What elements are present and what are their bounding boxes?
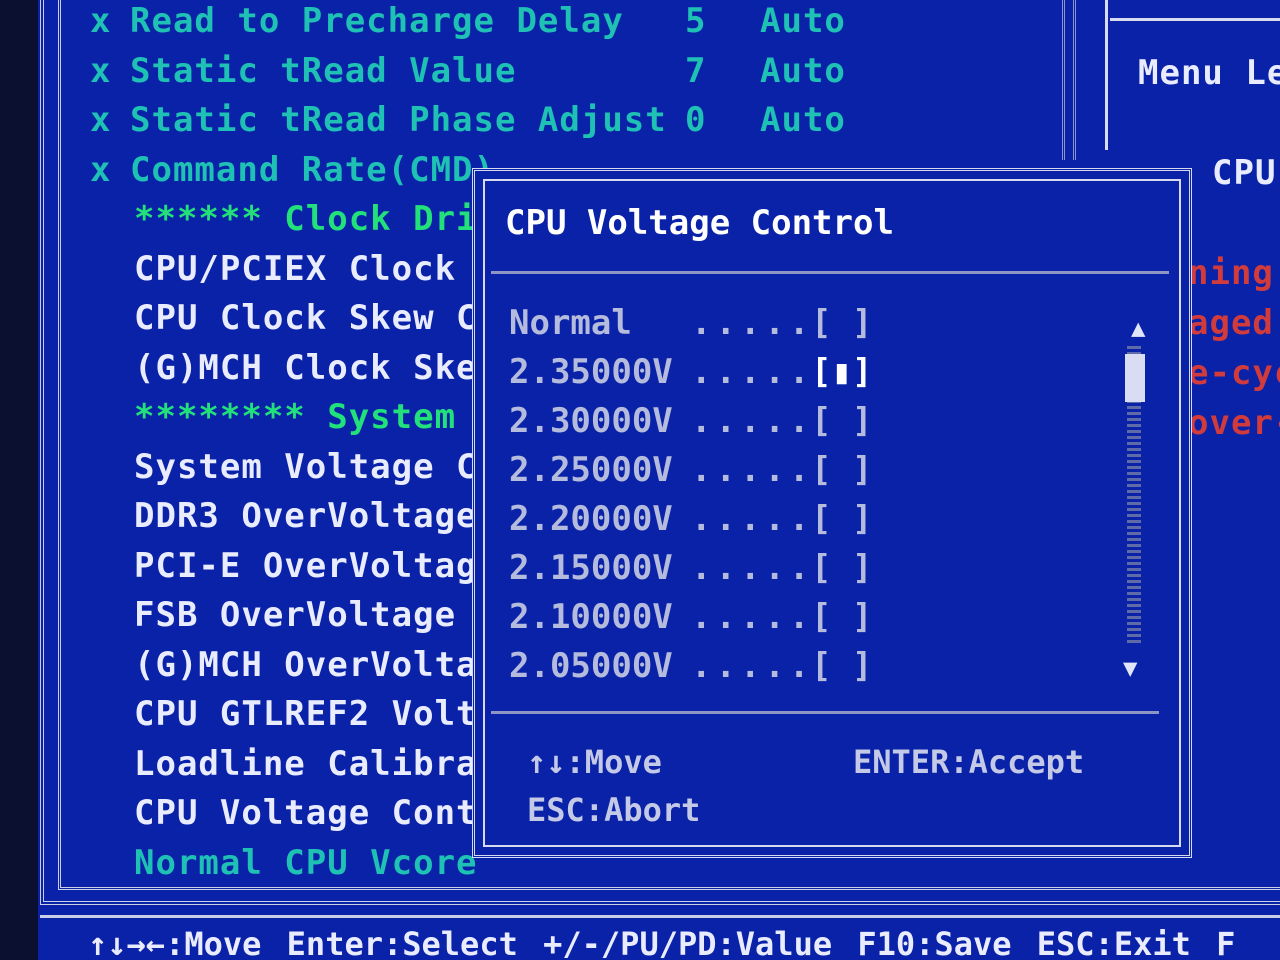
settings-row[interactable]: Loadline Calibrat xyxy=(134,743,499,785)
popup-title: CPU Voltage Control xyxy=(505,203,894,243)
settings-row-label: (G)MCH Clock Skew xyxy=(134,347,499,388)
settings-row[interactable]: CPU Clock Skew Co xyxy=(134,297,499,339)
voltage-option-label: 2.20000V xyxy=(509,499,673,539)
popup-title-divider xyxy=(491,271,1169,274)
selected-option-marker[interactable]: [▮] xyxy=(811,350,872,394)
settings-row: x Command Rate(CMD) xyxy=(90,149,495,191)
settings-row-label: DDR3 OverVoltage xyxy=(134,496,478,536)
popup-hint-accept: ENTER:Accept xyxy=(853,743,1085,781)
voltage-option[interactable]: 2.35000V .....[▮] xyxy=(509,350,872,394)
voltage-option-leader: ..... xyxy=(691,401,814,441)
popup-scrollbar-thumb[interactable] xyxy=(1125,354,1145,402)
option-checkbox[interactable]: [ ] xyxy=(811,546,872,590)
settings-row[interactable]: (G)MCH OverVoltag xyxy=(134,644,499,686)
settings-row[interactable]: CPU Voltage Contr xyxy=(134,792,499,834)
settings-row-label: CPU Voltage Contr xyxy=(134,793,499,833)
settings-row-label: CPU/PCIEX Clock D xyxy=(134,248,499,289)
settings-row: ******** System V xyxy=(134,396,499,438)
settings-row[interactable]: FSB OverVoltage C xyxy=(134,594,499,636)
voltage-option-leader: ..... xyxy=(691,450,814,490)
settings-row-value: 7 xyxy=(685,50,707,91)
settings-row-label: PCI-E OverVoltage xyxy=(134,545,499,586)
disabled-marker: x xyxy=(90,1,112,41)
settings-row: x Read to Precharge Delay 5 Auto xyxy=(90,0,846,42)
voltage-option-label: 2.15000V xyxy=(509,548,673,588)
voltage-option[interactable]: 2.30000V .....[ ] xyxy=(509,399,872,443)
option-checkbox[interactable]: [ ] xyxy=(811,448,872,492)
help-warning-line-3: e-cyc xyxy=(1188,353,1280,393)
voltage-option[interactable]: 2.10000V .....[ ] xyxy=(509,595,872,639)
option-checkbox[interactable]: [ ] xyxy=(811,301,872,345)
settings-row[interactable]: PCI-E OverVoltage xyxy=(134,545,499,587)
voltage-option-leader: ..... xyxy=(691,548,814,588)
settings-row-label: Loadline Calibrat xyxy=(134,743,499,784)
help-warning-line-2: aged xyxy=(1188,303,1274,343)
settings-row: x Static tRead Value 7 Auto xyxy=(90,50,846,92)
cpu-voltage-popup: CPU Voltage Control Normal .....[ ] 2.3500… xyxy=(472,168,1192,858)
settings-row-label: Read to Precharge Delay xyxy=(130,1,624,41)
settings-row-label: CPU Clock Skew Co xyxy=(134,298,499,338)
settings-row: Normal CPU Vcore xyxy=(134,842,478,884)
voltage-option-leader: ..... xyxy=(691,303,814,343)
settings-row-mode: Auto xyxy=(760,100,846,140)
voltage-option-label: 2.10000V xyxy=(509,597,673,637)
help-warning-line-1: ning: xyxy=(1188,253,1280,293)
bottom-key-hints: ↑↓→←:Move Enter:Select +/-/PU/PD:Value F… xyxy=(88,925,1236,960)
scroll-up-icon[interactable]: ▲ xyxy=(1131,316,1145,340)
voltage-option-label: 2.30000V xyxy=(509,401,673,441)
settings-row-label: FSB OverVoltage C xyxy=(134,595,499,635)
settings-scrollbar[interactable] xyxy=(1062,0,1076,160)
voltage-option-leader: ..... xyxy=(691,499,814,539)
settings-row: x Static tRead Phase Adjust 0 Auto xyxy=(90,99,846,141)
option-checkbox[interactable]: [ ] xyxy=(811,497,872,541)
popup-footer-divider xyxy=(491,711,1159,714)
settings-row[interactable]: System Voltage Co xyxy=(134,446,499,488)
help-menu-level: Menu Le xyxy=(1138,53,1280,93)
option-checkbox[interactable]: [ ] xyxy=(811,399,872,443)
settings-row-label: ****** Clock Driv xyxy=(134,199,499,239)
help-cpu-label: CPU xyxy=(1212,153,1277,193)
voltage-option[interactable]: 2.25000V .....[ ] xyxy=(509,448,872,492)
option-checkbox[interactable]: [ ] xyxy=(811,644,872,688)
voltage-option-label: Normal xyxy=(509,303,632,343)
settings-row: ****** Clock Driv xyxy=(134,198,499,240)
voltage-option-label: 2.25000V xyxy=(509,450,673,490)
settings-row-label: ******** System V xyxy=(134,397,499,437)
settings-row-mode: Auto xyxy=(760,50,846,91)
settings-row-mode: Auto xyxy=(760,1,846,41)
help-warning-line-4: over- xyxy=(1188,403,1280,443)
voltage-option-leader: ..... xyxy=(691,597,814,637)
settings-row-label: CPU GTLREF2 Volta xyxy=(134,694,499,734)
popup-hint-abort: ESC:Abort xyxy=(527,791,701,829)
settings-row[interactable]: DDR3 OverVoltage xyxy=(134,495,478,537)
settings-row[interactable]: (G)MCH Clock Skew xyxy=(134,347,499,389)
disabled-marker: x xyxy=(90,100,112,140)
scroll-down-icon[interactable]: ▼ xyxy=(1123,656,1137,680)
voltage-option-label: 2.05000V xyxy=(509,646,673,686)
settings-row-label: Static tRead Phase Adjust xyxy=(130,100,667,140)
settings-row-value: 5 xyxy=(685,1,707,41)
voltage-option-leader: ..... xyxy=(691,646,814,686)
voltage-option[interactable]: 2.20000V .....[ ] xyxy=(509,497,872,541)
bios-screen: x Read to Precharge Delay 5 Auto x Static tRe… xyxy=(0,0,1280,960)
settings-row-label: Normal CPU Vcore xyxy=(134,842,478,883)
voltage-option[interactable]: Normal .....[ ] xyxy=(509,301,872,345)
settings-row[interactable]: CPU/PCIEX Clock D xyxy=(134,248,499,290)
voltage-option-label: 2.35000V xyxy=(509,352,673,392)
monitor-bezel xyxy=(0,0,38,960)
settings-row-label: (G)MCH OverVoltag xyxy=(134,644,499,685)
voltage-option[interactable]: 2.05000V .....[ ] xyxy=(509,644,872,688)
settings-row[interactable]: CPU GTLREF2 Volta xyxy=(134,693,499,735)
settings-row-label: Static tRead Value xyxy=(130,50,517,91)
option-checkbox[interactable]: [ ] xyxy=(811,595,872,639)
voltage-option-leader: ..... xyxy=(691,352,814,392)
settings-row-label: Command Rate(CMD) xyxy=(130,149,495,190)
disabled-marker: x xyxy=(90,50,112,91)
settings-row-label: System Voltage Co xyxy=(134,446,499,487)
disabled-marker: x xyxy=(90,149,112,190)
popup-hint-move: ↑↓:Move xyxy=(527,743,662,781)
voltage-option[interactable]: 2.15000V .....[ ] xyxy=(509,546,872,590)
settings-row-value: 0 xyxy=(685,100,707,140)
